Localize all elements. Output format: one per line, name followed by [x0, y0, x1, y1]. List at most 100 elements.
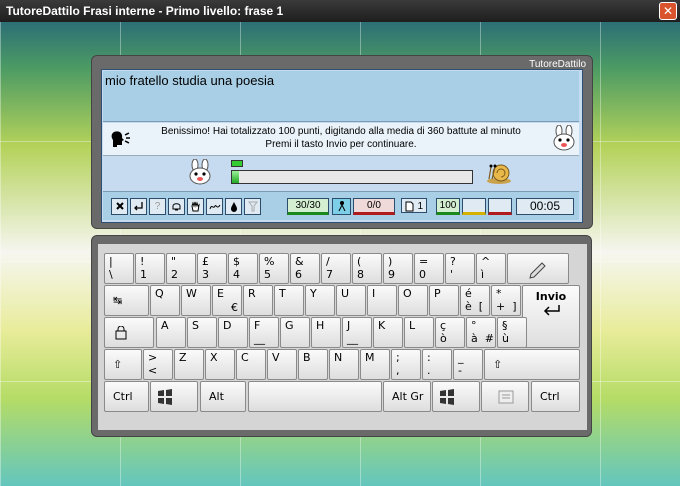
key-E[interactable]: E €: [212, 285, 242, 316]
key-T[interactable]: T: [274, 285, 304, 316]
ink-drop-icon: [230, 202, 237, 212]
pencil-key[interactable]: [507, 253, 569, 284]
key-bottom-label: 5: [264, 268, 271, 281]
menu-key[interactable]: [481, 381, 529, 412]
key-ç[interactable]: çò: [435, 317, 465, 348]
key-N[interactable]: N: [329, 349, 359, 380]
ctrl-label: Ctrl: [113, 390, 133, 403]
key-V[interactable]: V: [267, 349, 297, 380]
key-°[interactable]: ° à #: [466, 317, 496, 348]
key-D[interactable]: D: [218, 317, 248, 348]
key-'[interactable]: ? ': [445, 253, 475, 284]
bell-button[interactable]: [168, 198, 185, 215]
hand-icon: [191, 201, 200, 212]
key-top-label: /: [326, 255, 330, 268]
key-2[interactable]: " 2: [166, 253, 196, 284]
enter-key[interactable]: Invio: [522, 285, 580, 348]
close-x-icon: [115, 202, 124, 210]
key-\[interactable]: | \: [104, 253, 134, 284]
key-S[interactable]: S: [187, 317, 217, 348]
key-8[interactable]: (8: [352, 253, 382, 284]
progress-bar: [231, 170, 473, 184]
key-top-label: U: [341, 287, 350, 300]
key-_[interactable]: _ -: [453, 349, 483, 380]
key-0[interactable]: = 0: [414, 253, 444, 284]
key-L[interactable]: L: [404, 317, 434, 348]
key-O[interactable]: O: [398, 285, 428, 316]
key-§[interactable]: § ù: [497, 317, 527, 348]
ctrl-label: Ctrl: [540, 390, 560, 403]
key-3[interactable]: £3: [197, 253, 227, 284]
key-R[interactable]: R: [243, 285, 273, 316]
message-line-1: Benissimo! Hai totalizzato 100 punti, di…: [161, 126, 521, 137]
key-top-label: £: [202, 255, 209, 268]
alt-label: Alt: [209, 390, 224, 403]
key-X[interactable]: X: [205, 349, 235, 380]
key-M[interactable]: M: [360, 349, 390, 380]
key-J[interactable]: J __: [342, 317, 372, 348]
key-ì[interactable]: ^ ì: [476, 253, 506, 284]
key-H[interactable]: H: [311, 317, 341, 348]
windows-logo-icon: [158, 389, 172, 405]
key-Z[interactable]: Z: [174, 349, 204, 380]
key-K[interactable]: K: [373, 317, 403, 348]
altgr-key[interactable]: Alt Gr: [383, 381, 431, 412]
key-bottom-label: ò: [440, 332, 447, 345]
key-top-label: R: [248, 287, 256, 300]
alt-key[interactable]: Alt: [200, 381, 246, 412]
spacebar[interactable]: [248, 381, 382, 412]
phrase-box: mio fratello studia una poesia: [103, 71, 579, 122]
bunny-runner-icon: [189, 159, 211, 185]
key-W[interactable]: W: [181, 285, 211, 316]
key-A[interactable]: A: [156, 317, 186, 348]
key-top-label: I: [372, 287, 376, 300]
key-top-label: J: [347, 319, 351, 332]
filter-button[interactable]: [244, 198, 261, 215]
key-4[interactable]: $4: [228, 253, 258, 284]
key-top-label: X: [210, 351, 218, 364]
key-bottom-label: à #: [471, 332, 494, 345]
errors-counter: 0/0: [353, 198, 395, 215]
right-ctrl-key[interactable]: Ctrl: [531, 381, 580, 412]
help-button[interactable]: ?: [149, 198, 166, 215]
right-shift-key[interactable]: ⇧: [484, 349, 580, 380]
key-é[interactable]: éè [: [460, 285, 490, 316]
key-B[interactable]: B: [298, 349, 328, 380]
key-5[interactable]: % 5: [259, 253, 289, 284]
key-G[interactable]: G: [280, 317, 310, 348]
key-top-label: $: [233, 255, 240, 268]
key-F[interactable]: F __: [249, 317, 279, 348]
key-top-label: ": [171, 255, 177, 268]
signature-button[interactable]: [206, 198, 223, 215]
caps-lock-key[interactable]: [104, 317, 154, 348]
key-6[interactable]: & 6: [290, 253, 320, 284]
key-bottom-label: ': [450, 268, 454, 281]
key-Q[interactable]: Q: [150, 285, 180, 316]
key-:[interactable]: :.: [422, 349, 452, 380]
exit-button[interactable]: [111, 198, 128, 215]
left-ctrl-key[interactable]: Ctrl: [104, 381, 149, 412]
key-C[interactable]: C: [236, 349, 266, 380]
key-7[interactable]: /7: [321, 253, 351, 284]
key->[interactable]: > <: [143, 349, 173, 380]
tab-key[interactable]: ↹: [104, 285, 149, 316]
key-U[interactable]: U: [336, 285, 366, 316]
key-;[interactable]: ;,: [391, 349, 421, 380]
key-9[interactable]: ) 9: [383, 253, 413, 284]
key-Y[interactable]: Y: [305, 285, 335, 316]
ink-button[interactable]: [225, 198, 242, 215]
key-*[interactable]: * + ]: [491, 285, 521, 316]
key-I[interactable]: I: [367, 285, 397, 316]
key-bottom-label: 8: [357, 268, 364, 281]
hand-button[interactable]: [187, 198, 204, 215]
right-windows-key[interactable]: [432, 381, 480, 412]
left-shift-key[interactable]: ⇧: [104, 349, 142, 380]
message-box: Benissimo! Hai totalizzato 100 punti, di…: [103, 123, 579, 156]
restart-button[interactable]: [130, 198, 147, 215]
typist-button[interactable]: [332, 198, 351, 215]
close-button[interactable]: ✕: [659, 2, 677, 20]
key-1[interactable]: ! 1: [135, 253, 165, 284]
left-windows-key[interactable]: [150, 381, 198, 412]
key-top-label: ?: [450, 255, 456, 268]
key-P[interactable]: P: [429, 285, 459, 316]
